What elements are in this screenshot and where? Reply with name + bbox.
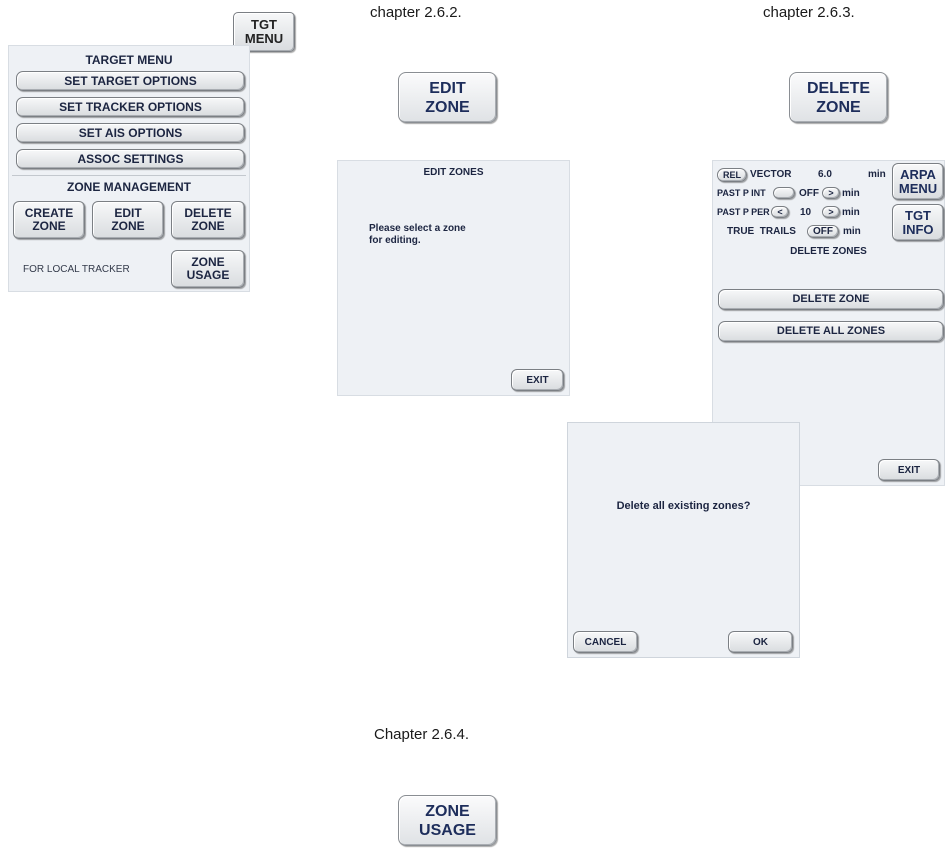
tgt-menu-line2: MENU (244, 31, 284, 46)
set-ais-options-button[interactable]: SET AIS OPTIONS (16, 123, 245, 143)
vector-mode-toggle[interactable]: REL (717, 168, 747, 182)
edit-zones-exit-button[interactable]: EXIT (511, 369, 564, 391)
edit-zones-message-line2: for editing. (369, 235, 421, 246)
tgt-info-line1: TGT (905, 207, 931, 223)
delete-all-zones-button[interactable]: DELETE ALL ZONES (718, 321, 944, 342)
ok-button[interactable]: OK (728, 631, 793, 653)
edit-zones-message-line1: Please select a zone (369, 223, 466, 234)
confirm-message: Delete all existing zones? (616, 500, 751, 512)
true-trails-toggle[interactable]: OFF (807, 225, 839, 238)
zone-usage-big-line2: USAGE (419, 821, 476, 839)
past-p-int-increase[interactable]: > (822, 187, 840, 199)
arpa-menu-button[interactable]: ARPA MENU (892, 163, 944, 200)
vector-value: 6.0 (818, 169, 832, 180)
past-p-per-unit: min (842, 207, 860, 218)
edit-zone-line2: ZONE (111, 219, 145, 233)
zone-management-title: ZONE MANAGEMENT (67, 180, 191, 194)
edit-zone-big-line1: EDIT (429, 79, 466, 97)
arpa-menu-line1: ARPA (900, 166, 936, 182)
past-p-int-value: OFF (799, 188, 819, 199)
zone-usage-menu-line2: USAGE (186, 268, 230, 282)
past-p-per-label: PAST P PER (717, 207, 770, 217)
past-p-per-value: 10 (800, 207, 812, 218)
delete-zone-menu-button[interactable]: DELETE ZONE (171, 201, 245, 239)
edit-zones-panel: EDIT ZONES Please select a zone for edit… (337, 160, 570, 396)
chapter-label-2-6-2: chapter 2.6.2. (370, 4, 462, 21)
arpa-menu-line2: MENU (898, 180, 938, 196)
menu-divider (12, 175, 246, 176)
past-p-int-label: PAST P INT (717, 188, 766, 198)
set-tracker-options-button[interactable]: SET TRACKER OPTIONS (16, 97, 245, 117)
past-p-int-toggle[interactable] (773, 187, 795, 199)
tgt-menu-line1: TGT (251, 17, 277, 32)
edit-zone-big-line2: ZONE (425, 98, 470, 116)
tgt-info-button[interactable]: TGT INFO (892, 204, 944, 241)
edit-zones-title: EDIT ZONES (423, 167, 484, 178)
true-trails-unit: min (843, 226, 861, 237)
create-zone-line2: ZONE (32, 219, 66, 233)
target-menu-title: TARGET MENU (85, 53, 173, 67)
edit-zone-menu-button[interactable]: EDIT ZONE (92, 201, 164, 239)
zone-usage-big-line1: ZONE (425, 802, 470, 820)
chapter-label-2-6-3: chapter 2.6.3. (763, 4, 855, 21)
tgt-info-line2: INFO (902, 221, 934, 237)
assoc-settings-button[interactable]: ASSOC SETTINGS (16, 149, 245, 169)
vector-unit: min (868, 169, 886, 180)
delete-zone-button[interactable]: DELETE ZONE (789, 72, 888, 123)
true-trails-label: TRUE TRAILS (727, 226, 796, 237)
chapter-label-2-6-4: Chapter 2.6.4. (374, 726, 470, 743)
delete-all-confirm-dialog: Delete all existing zones? CANCEL OK (567, 422, 800, 658)
delete-single-zone-button[interactable]: DELETE ZONE (718, 289, 944, 310)
cancel-button[interactable]: CANCEL (573, 631, 638, 653)
vector-label: VECTOR (750, 169, 792, 180)
delete-zone-big-line2: ZONE (816, 98, 861, 116)
for-local-tracker-label: FOR LOCAL TRACKER (23, 264, 130, 275)
past-p-int-unit: min (842, 188, 860, 199)
delete-zones-title: DELETE ZONES (790, 246, 867, 257)
delete-zone-line2: ZONE (191, 219, 225, 233)
zone-usage-menu-button[interactable]: ZONE USAGE (171, 250, 245, 288)
past-p-per-decrease[interactable]: < (771, 206, 789, 218)
create-zone-button[interactable]: CREATE ZONE (13, 201, 85, 239)
target-menu-panel: TARGET MENU SET TARGET OPTIONS SET TRACK… (8, 45, 250, 292)
edit-zone-button[interactable]: EDIT ZONE (398, 72, 497, 123)
zone-usage-button[interactable]: ZONE USAGE (398, 795, 497, 846)
past-p-per-increase[interactable]: > (822, 206, 840, 218)
delete-zones-exit-button[interactable]: EXIT (878, 459, 940, 481)
delete-zone-big-line1: DELETE (806, 79, 871, 97)
set-target-options-button[interactable]: SET TARGET OPTIONS (16, 71, 245, 91)
